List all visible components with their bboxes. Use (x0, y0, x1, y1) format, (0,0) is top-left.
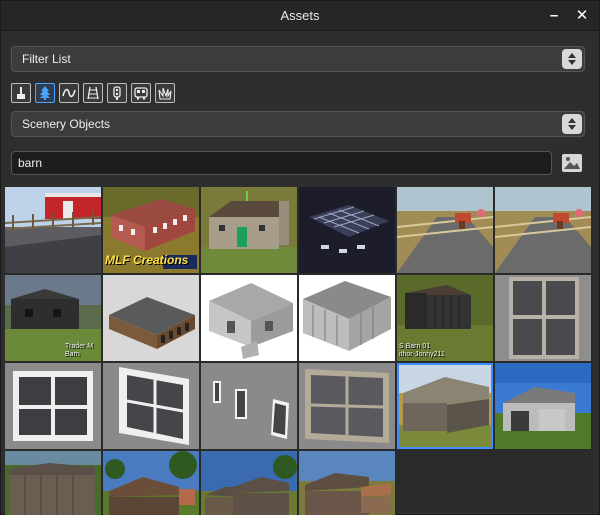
asset-tile[interactable] (201, 363, 297, 449)
asset-tile[interactable] (201, 451, 297, 515)
asset-tile[interactable] (495, 187, 591, 273)
asset-tile[interactable] (299, 451, 395, 515)
assets-window: Assets – ✕ Filter List Scenery Objects b… (0, 0, 600, 515)
filter-list-spinner-icon[interactable] (562, 49, 582, 69)
asset-tile[interactable] (201, 275, 297, 361)
grass-icon[interactable] (155, 83, 175, 103)
asset-tile[interactable] (5, 187, 101, 273)
search-input[interactable] (11, 151, 552, 175)
asset-tile[interactable] (495, 275, 591, 361)
category-value: Scenery Objects (22, 117, 111, 131)
asset-tile[interactable] (5, 451, 101, 515)
minimize-icon[interactable]: – (547, 7, 561, 25)
filter-list-dropdown[interactable]: Filter List (11, 46, 585, 72)
asset-label: S Barn 01 ithor-Jonny211 (399, 343, 445, 358)
curve-icon[interactable] (59, 83, 79, 103)
asset-tile[interactable] (299, 363, 395, 449)
tree-icon[interactable] (35, 83, 55, 103)
asset-label: MLF Creations (105, 253, 189, 267)
asset-tile[interactable]: S Barn 01 ithor-Jonny211 (397, 275, 493, 361)
asset-tile[interactable] (103, 363, 199, 449)
title-bar[interactable]: Assets – ✕ (1, 1, 599, 31)
paintbrush-icon[interactable] (11, 83, 31, 103)
window-controls: – ✕ (547, 7, 589, 25)
asset-tile[interactable]: Trader M Barn (5, 275, 101, 361)
asset-type-toolbar (11, 83, 175, 103)
category-dropdown[interactable]: Scenery Objects (11, 111, 585, 137)
filter-list-value: Filter List (22, 52, 71, 66)
close-icon[interactable]: ✕ (575, 7, 589, 25)
asset-tile[interactable] (299, 187, 395, 273)
vehicle-icon[interactable] (131, 83, 151, 103)
track-icon[interactable] (83, 83, 103, 103)
window-title: Assets (280, 8, 320, 23)
asset-tile[interactable] (299, 275, 395, 361)
asset-tile[interactable]: MLF Creations (103, 187, 199, 273)
asset-tile[interactable] (397, 187, 493, 273)
asset-tile[interactable] (201, 187, 297, 273)
asset-tile[interactable] (103, 451, 199, 515)
asset-tile-selected[interactable] (397, 363, 493, 449)
asset-label: Trader M Barn (65, 343, 94, 358)
asset-tile[interactable] (103, 275, 199, 361)
asset-grid: MLF Creations Trader M Barn S Barn 01 it… (5, 187, 593, 515)
category-spinner-icon[interactable] (562, 114, 582, 134)
signal-icon[interactable] (107, 83, 127, 103)
asset-tile[interactable] (5, 363, 101, 449)
image-preview-icon[interactable] (560, 151, 584, 175)
asset-tile[interactable] (495, 363, 591, 449)
